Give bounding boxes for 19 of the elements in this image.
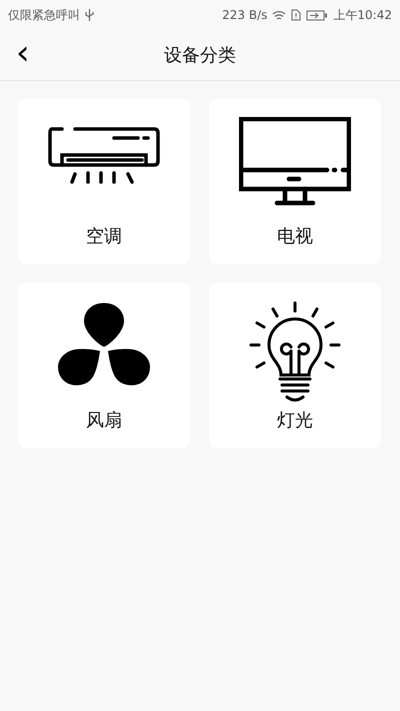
page-title: 设备分类 bbox=[164, 44, 236, 67]
fan-icon bbox=[56, 301, 152, 387]
category-card[interactable]: 风扇 bbox=[18, 283, 190, 448]
back-button[interactable]: ‹ bbox=[10, 36, 36, 70]
category-label: 风扇 bbox=[86, 409, 122, 432]
carrier-text: 仅限紧急呼叫 bbox=[8, 6, 80, 24]
wifi-icon bbox=[272, 10, 286, 20]
category-label: 灯光 bbox=[277, 409, 313, 432]
category-card[interactable]: 电视 bbox=[209, 99, 381, 264]
battery-icon bbox=[306, 10, 328, 20]
network-speed: 223 B/s bbox=[222, 8, 268, 22]
category-label: 电视 bbox=[277, 225, 313, 248]
monitor-icon bbox=[239, 117, 351, 207]
sim-alert-icon bbox=[291, 9, 302, 21]
clock-text: 上午10:42 bbox=[333, 6, 392, 24]
category-card[interactable]: 灯光 bbox=[209, 283, 381, 448]
category-label: 空调 bbox=[86, 225, 122, 248]
category-card[interactable]: 空调 bbox=[18, 99, 190, 264]
usb-icon bbox=[85, 9, 94, 21]
